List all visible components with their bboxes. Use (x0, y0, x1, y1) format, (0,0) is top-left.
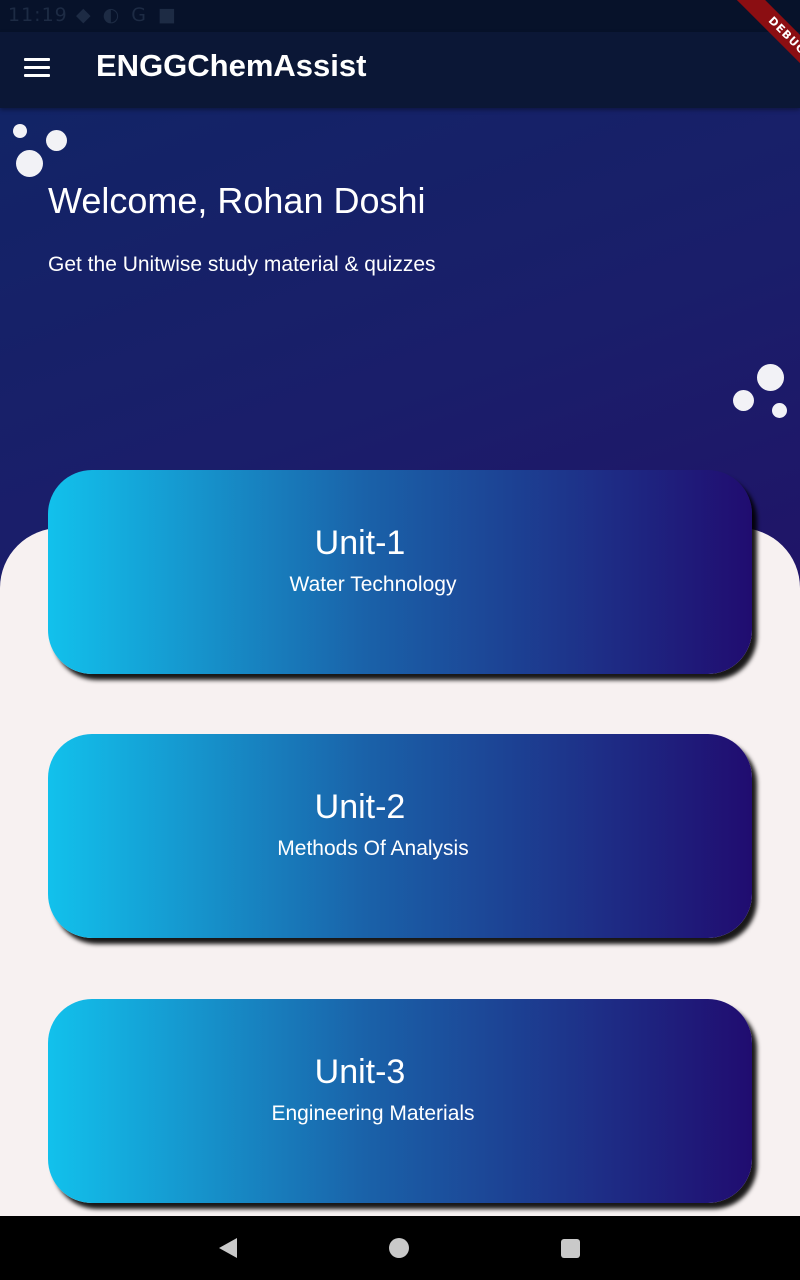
sd-card-icon: ■ (157, 4, 176, 26)
bubble-decoration (46, 130, 67, 151)
debug-banner: DEBUG (733, 0, 800, 90)
bubble-decoration (733, 390, 754, 411)
vpn-icon: ◐ (102, 4, 120, 26)
unit-card-1[interactable]: Unit-1 Water Technology (48, 470, 752, 674)
unit-card-3[interactable]: Unit-3 Engineering Materials (48, 999, 752, 1203)
status-bar: 11:19 ◆ ◐ G ■ (0, 0, 800, 32)
google-icon: G (131, 4, 146, 26)
unit-subtitle: Engineering Materials (271, 1102, 475, 1125)
recent-apps-icon[interactable] (561, 1239, 580, 1258)
unit-title: Unit-1 (314, 524, 406, 562)
bubble-decoration (16, 150, 43, 177)
app-bar: ENGGChemAssist (0, 32, 800, 108)
welcome-heading: Welcome, Rohan Doshi (48, 180, 426, 221)
app-title: ENGGChemAssist (96, 48, 367, 83)
status-time: 11:19 (8, 4, 68, 26)
menu-icon[interactable] (24, 58, 50, 80)
bubble-decoration (757, 364, 784, 391)
unit-subtitle: Methods Of Analysis (277, 837, 469, 860)
location-icon: ◆ (76, 4, 91, 26)
bubble-decoration (13, 124, 27, 138)
home-icon[interactable] (389, 1238, 409, 1258)
debug-banner-wrap: DEBUG (710, 0, 800, 90)
unit-title: Unit-2 (314, 788, 406, 826)
unit-card-2[interactable]: Unit-2 Methods Of Analysis (48, 734, 752, 938)
welcome-subtitle: Get the Unitwise study material & quizze… (48, 253, 436, 276)
back-icon[interactable] (219, 1238, 237, 1258)
status-icons: ◆ ◐ G ■ (76, 4, 176, 26)
unit-subtitle: Water Technology (289, 573, 457, 596)
bubble-decoration (772, 403, 787, 418)
unit-title: Unit-3 (314, 1053, 406, 1091)
